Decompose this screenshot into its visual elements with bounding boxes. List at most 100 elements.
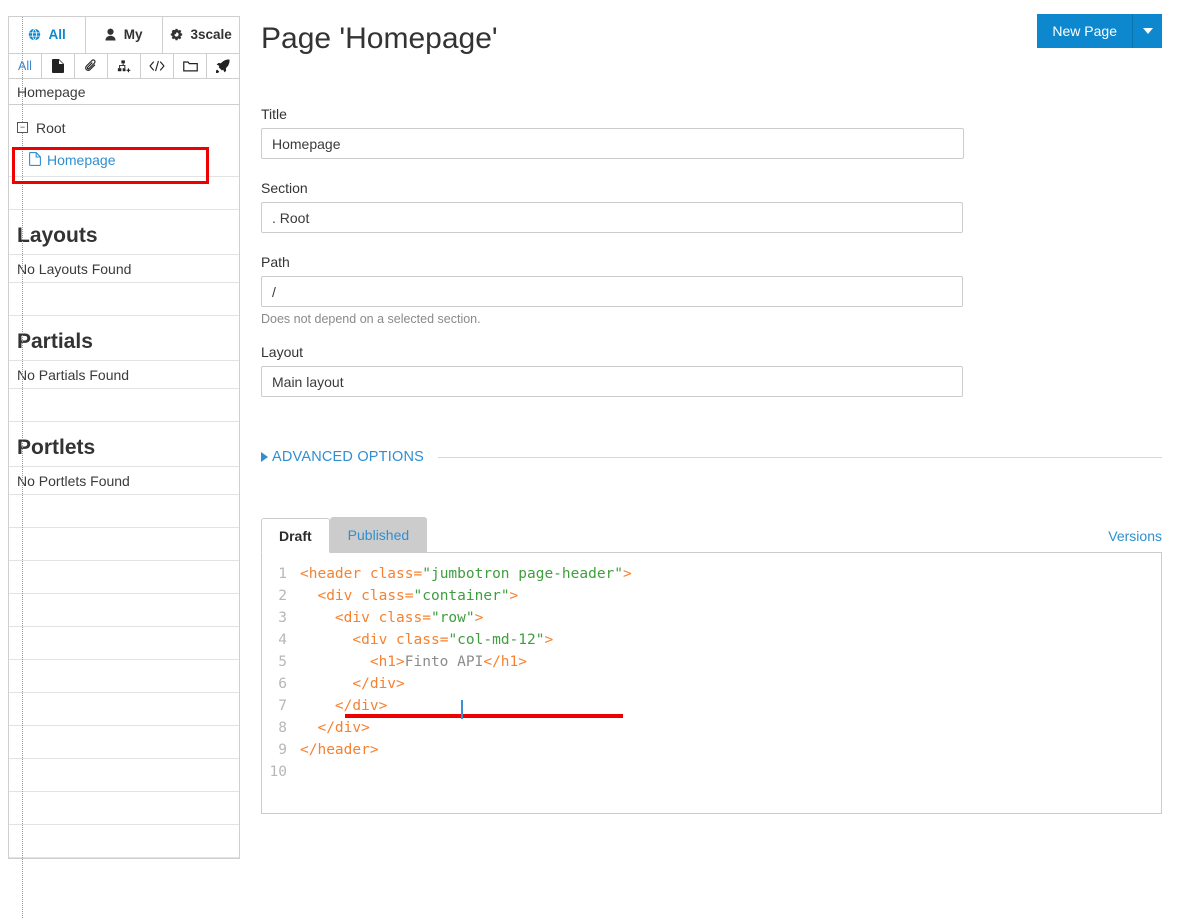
code-line: 10 bbox=[262, 761, 1161, 783]
tree-node-root[interactable]: − Root bbox=[9, 111, 239, 144]
section-empty-layouts: No Layouts Found bbox=[9, 254, 239, 283]
field-group-layout: Layout bbox=[261, 344, 1164, 397]
layout-input[interactable] bbox=[261, 366, 963, 397]
path-input[interactable] bbox=[261, 276, 963, 307]
section-gap bbox=[9, 389, 239, 422]
user-icon bbox=[105, 28, 119, 42]
line-number: 6 bbox=[278, 676, 287, 692]
tab-published[interactable]: Published bbox=[329, 517, 428, 552]
code-line: 6 </div> bbox=[262, 673, 1161, 695]
code-line: 3 <div class="row"> bbox=[262, 607, 1161, 629]
editor-tabs-row: Draft Published Versions bbox=[261, 517, 1162, 553]
new-page-dropdown-button[interactable] bbox=[1132, 14, 1162, 48]
page-title: Page 'Homepage' bbox=[261, 22, 498, 55]
sidebar-tab-my-label: My bbox=[123, 27, 143, 42]
path-help-text: Does not depend on a selected section. bbox=[261, 312, 481, 326]
sidebar-scope-tabs: All My 3scale bbox=[9, 17, 239, 54]
line-number: 4 bbox=[278, 632, 287, 648]
annotation-underline bbox=[345, 714, 623, 718]
section-gap bbox=[9, 759, 239, 792]
code-editor[interactable]: 1 <header class="jumbotron page-header">… bbox=[261, 552, 1162, 814]
section-gap bbox=[9, 660, 239, 693]
line-content: <div class="container"> bbox=[317, 588, 519, 604]
code-line: 5 <h1>Finto API</h1> bbox=[262, 651, 1161, 673]
code-line: 4 <div class="col-md-12"> bbox=[262, 629, 1161, 651]
code-line: 8 </div> bbox=[262, 717, 1161, 739]
sidebar-tab-all-label: All bbox=[48, 27, 66, 42]
layout-label: Layout bbox=[261, 344, 304, 360]
section-gap bbox=[9, 561, 239, 594]
line-content: <header class="jumbotron page-header"> bbox=[300, 566, 632, 582]
sidebar-tab-3scale[interactable]: 3scale bbox=[163, 17, 239, 53]
code-icon[interactable] bbox=[141, 54, 174, 78]
line-content: <div class="col-md-12"> bbox=[352, 632, 554, 648]
section-empty-partials: No Partials Found bbox=[9, 360, 239, 389]
code-line: 9 </header> bbox=[262, 739, 1161, 761]
tree-node-homepage-label[interactable]: Homepage bbox=[47, 152, 116, 168]
sidebar-tree: − Root Homepage bbox=[9, 17, 239, 918]
line-number: 8 bbox=[278, 720, 287, 736]
section-gap bbox=[9, 283, 239, 316]
section-gap bbox=[9, 726, 239, 759]
folder-icon[interactable] bbox=[174, 54, 207, 78]
line-number: 2 bbox=[278, 588, 287, 604]
caret-right-icon bbox=[261, 452, 268, 462]
section-gap bbox=[9, 693, 239, 726]
line-content: <h1>Finto API</h1> bbox=[369, 654, 527, 670]
gear-icon bbox=[170, 28, 186, 42]
paperclip-icon[interactable] bbox=[75, 54, 108, 78]
title-label: Title bbox=[261, 106, 287, 122]
line-number: 3 bbox=[278, 610, 287, 626]
line-content: <div class="row"> bbox=[334, 610, 484, 626]
rocket-icon[interactable] bbox=[207, 54, 239, 78]
section-title-portlets: Portlets bbox=[17, 436, 96, 459]
main-content: New Page Page 'Homepage' Title Section P… bbox=[261, 0, 1164, 814]
tree-spacer-row bbox=[9, 177, 239, 210]
sidebar-tab-3scale-label: 3scale bbox=[190, 27, 232, 42]
sidebar-tab-all[interactable]: All bbox=[9, 17, 86, 53]
line-content: </div> bbox=[317, 720, 370, 736]
caret-down-icon bbox=[1142, 28, 1153, 34]
section-gap bbox=[9, 594, 239, 627]
code-line: 1 <header class="jumbotron page-header"> bbox=[262, 563, 1161, 585]
new-page-button-group: New Page bbox=[1037, 14, 1162, 48]
section-empty-portlets: No Portlets Found bbox=[9, 466, 239, 495]
sidebar-section-layouts: Layouts No Layouts Found bbox=[9, 210, 239, 316]
versions-link[interactable]: Versions bbox=[1108, 528, 1162, 552]
advanced-options-label: ADVANCED OPTIONS bbox=[272, 449, 424, 465]
sidebar-tab-my[interactable]: My bbox=[86, 17, 163, 53]
line-content: </div> bbox=[352, 676, 405, 692]
page-icon bbox=[29, 151, 41, 169]
section-title-layouts: Layouts bbox=[17, 224, 98, 247]
tab-draft[interactable]: Draft bbox=[261, 518, 330, 553]
section-gap bbox=[9, 495, 239, 528]
filter-all-button[interactable]: All bbox=[9, 54, 42, 78]
line-number: 5 bbox=[278, 654, 287, 670]
code-line: 2 <div class="container"> bbox=[262, 585, 1161, 607]
sidebar-filter-input[interactable]: Homepage bbox=[9, 79, 239, 105]
section-gap bbox=[9, 825, 239, 858]
line-number: 1 bbox=[278, 566, 287, 582]
line-content: </header> bbox=[300, 742, 379, 758]
new-page-button[interactable]: New Page bbox=[1037, 14, 1132, 48]
sidebar-section-portlets: Portlets No Portlets Found bbox=[9, 422, 239, 858]
tree-collapse-toggle[interactable]: − bbox=[17, 122, 28, 133]
section-gap bbox=[9, 627, 239, 660]
section-title-partials: Partials bbox=[17, 330, 93, 353]
line-number: 10 bbox=[269, 764, 287, 780]
section-gap bbox=[9, 792, 239, 825]
advanced-options-row: ADVANCED OPTIONS bbox=[261, 449, 1162, 465]
field-group-section: Section bbox=[261, 180, 1164, 233]
field-group-path: Path Does not depend on a selected secti… bbox=[261, 254, 1164, 326]
advanced-options-toggle[interactable]: ADVANCED OPTIONS bbox=[261, 449, 424, 465]
title-input[interactable] bbox=[261, 128, 964, 159]
globe-icon bbox=[28, 28, 44, 42]
page-icon[interactable] bbox=[42, 54, 75, 78]
sitemap-add-icon[interactable] bbox=[108, 54, 141, 78]
line-number: 9 bbox=[278, 742, 287, 758]
advanced-options-divider bbox=[437, 456, 1162, 458]
tree-node-homepage[interactable]: Homepage bbox=[9, 144, 239, 177]
sidebar-panel: All My 3scale All Homepage − Root Homepa… bbox=[8, 16, 240, 918]
section-input[interactable] bbox=[261, 202, 963, 233]
tree-node-root-label: Root bbox=[36, 119, 66, 136]
